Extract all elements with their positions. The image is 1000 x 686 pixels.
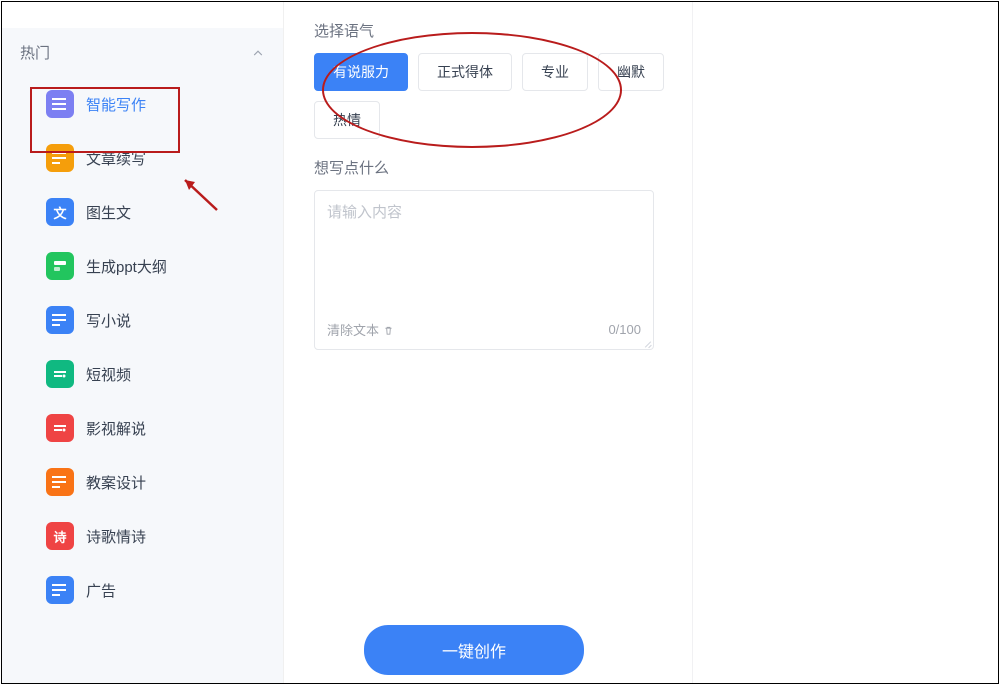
tone-chip-persuasive[interactable]: 有说服力 <box>314 53 408 91</box>
trash-icon <box>383 324 394 335</box>
sidebar-item-label: 诗歌情诗 <box>86 526 146 547</box>
sidebar-item-ppt-outline[interactable]: 生成ppt大纲 <box>2 239 283 293</box>
char-counter: 0/100 <box>608 322 641 337</box>
sidebar-item-write-novel[interactable]: 写小说 <box>2 293 283 347</box>
sidebar-item-film-commentary[interactable]: 影视解说 <box>2 401 283 455</box>
sidebar-section-title: 热门 <box>20 42 50 63</box>
sidebar-item-label: 生成ppt大纲 <box>86 256 167 277</box>
main-area: 选择语气 有说服力 正式得体 专业 幽默 热情 想写点什么 请输入内容 清除文本 <box>284 2 998 683</box>
sidebar-item-poetry[interactable]: 诗 诗歌情诗 <box>2 509 283 563</box>
sidebar-item-label: 图生文 <box>86 202 131 223</box>
resize-handle-icon[interactable] <box>641 337 653 349</box>
text-icon: 文 <box>46 198 74 226</box>
doc-icon <box>46 576 74 604</box>
sidebar-item-label: 智能写作 <box>86 94 146 115</box>
poem-icon: 诗 <box>46 522 74 550</box>
sidebar-item-image-to-text[interactable]: 文 图生文 <box>2 185 283 239</box>
textarea-placeholder: 请输入内容 <box>327 201 641 320</box>
sidebar-item-article-continue[interactable]: 文章续写 <box>2 131 283 185</box>
ppt-icon <box>46 252 74 280</box>
sidebar-item-label: 写小说 <box>86 310 131 331</box>
sidebar-item-short-video[interactable]: 短视频 <box>2 347 283 401</box>
video-icon <box>46 360 74 388</box>
doc-icon <box>46 144 74 172</box>
prompt-label: 想写点什么 <box>314 157 688 178</box>
sidebar-item-label: 广告 <box>86 580 116 601</box>
sidebar-section-hot[interactable]: 热门 <box>2 28 283 77</box>
sidebar: 热门 智能写作 文章续写 文 图生文 生成ppt大纲 写小说 <box>2 2 284 683</box>
create-button[interactable]: 一键创作 <box>364 625 584 675</box>
content-textarea[interactable]: 请输入内容 清除文本 0/100 <box>314 190 654 350</box>
tone-chip-professional[interactable]: 专业 <box>522 53 588 91</box>
film-icon <box>46 414 74 442</box>
sidebar-item-smart-writing[interactable]: 智能写作 <box>2 77 283 131</box>
tone-chip-enthusiastic[interactable]: 热情 <box>314 101 380 139</box>
sidebar-item-label: 短视频 <box>86 364 131 385</box>
tone-chip-group: 有说服力 正式得体 专业 幽默 热情 <box>314 53 688 139</box>
sidebar-item-label: 影视解说 <box>86 418 146 439</box>
sidebar-item-label: 教案设计 <box>86 472 146 493</box>
sidebar-item-ad[interactable]: 广告 <box>2 563 283 604</box>
sidebar-top-gap <box>2 2 283 28</box>
chevron-up-icon <box>251 46 265 60</box>
tone-label: 选择语气 <box>314 20 688 41</box>
sidebar-item-lesson-plan[interactable]: 教案设计 <box>2 455 283 509</box>
tone-chip-humorous[interactable]: 幽默 <box>598 53 664 91</box>
doc-icon <box>46 306 74 334</box>
tone-chip-formal[interactable]: 正式得体 <box>418 53 512 91</box>
content-panel: 选择语气 有说服力 正式得体 专业 幽默 热情 想写点什么 请输入内容 清除文本 <box>284 2 688 683</box>
doc-icon <box>46 90 74 118</box>
textarea-footer: 清除文本 0/100 <box>327 320 641 339</box>
doc-icon <box>46 468 74 496</box>
right-panel <box>692 2 998 683</box>
sidebar-item-label: 文章续写 <box>86 148 146 169</box>
clear-text-button[interactable]: 清除文本 <box>327 320 394 339</box>
